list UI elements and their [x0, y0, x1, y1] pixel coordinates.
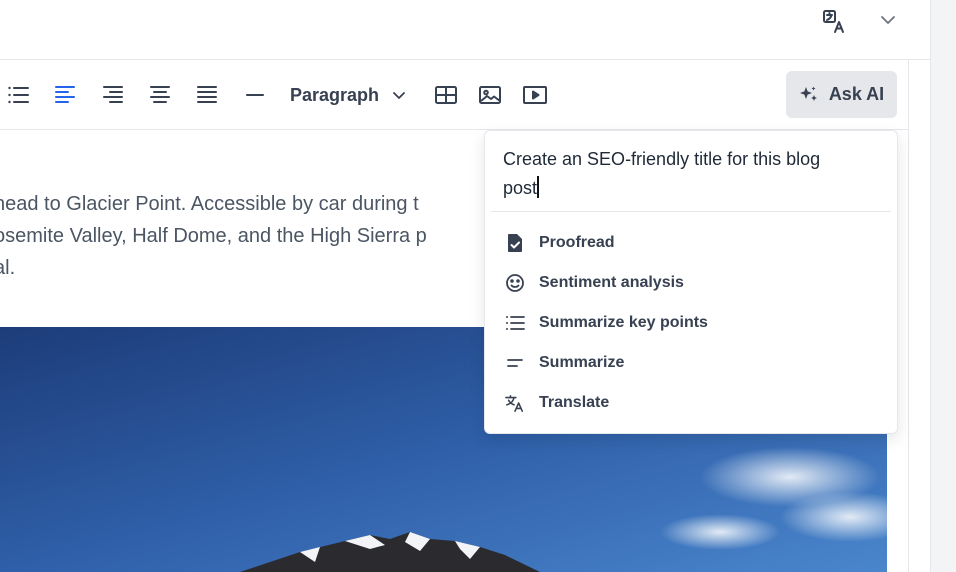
ai-prompt-text: post — [503, 178, 538, 198]
text-caret — [537, 176, 540, 198]
ai-prompt-input[interactable]: Create an SEO-friendly title for this bl… — [503, 145, 873, 203]
paragraph-style-label: Paragraph — [290, 84, 380, 105]
ai-prompt-line: Create an SEO-friendly title for this bl… — [503, 149, 821, 169]
image-icon[interactable] — [476, 72, 504, 118]
align-justify-icon[interactable] — [194, 72, 220, 118]
side-gutter — [930, 0, 956, 572]
sparkles-icon — [799, 85, 819, 105]
ai-action-sentiment-analysis[interactable]: Sentiment analysis — [485, 263, 897, 303]
video-icon[interactable] — [521, 72, 549, 118]
ask-ai-label: Ask AI — [828, 84, 885, 104]
ai-action-label: Proofread — [539, 234, 615, 251]
editor-border — [908, 59, 909, 572]
ai-assistant-panel: Create an SEO-friendly title for this bl… — [484, 130, 898, 434]
translate-icon — [505, 393, 525, 413]
top-bar — [0, 0, 930, 60]
align-center-icon[interactable] — [147, 72, 173, 118]
ai-action-label: Summarize — [539, 354, 625, 371]
horizontal-rule-icon[interactable] — [242, 72, 268, 118]
summary-lines-icon — [505, 353, 525, 373]
ai-action-summarize-key-points[interactable]: Summarize key points — [485, 303, 897, 343]
divider — [491, 211, 891, 212]
editor-content[interactable]: head to Glacier Point. Accessible by car… — [0, 188, 514, 284]
ai-action-proofread[interactable]: Proofread — [485, 223, 897, 263]
align-right-icon[interactable] — [100, 72, 126, 118]
ai-actions-list: Proofread Sentiment analysis Summarize k… — [485, 223, 897, 423]
table-icon[interactable] — [432, 72, 460, 118]
content-line: head to Glacier Point. Accessible by car… — [0, 193, 419, 215]
content-line: al. — [0, 257, 16, 279]
ai-action-label: Sentiment analysis — [539, 274, 684, 291]
document-check-icon — [505, 233, 525, 253]
chevron-down-icon — [391, 87, 407, 103]
smiley-icon — [505, 273, 525, 293]
ask-ai-button[interactable]: Ask AI — [786, 71, 897, 118]
editor-toolbar: Paragraph — [0, 60, 908, 130]
ai-prompt-line-2: post — [503, 174, 873, 203]
list-icon — [505, 313, 525, 333]
paragraph-style-select[interactable]: Paragraph — [290, 72, 407, 118]
chevron-down-icon[interactable] — [876, 8, 900, 32]
content-line: osemite Valley, Half Dome, and the High … — [0, 225, 427, 247]
bulleted-list-icon[interactable] — [4, 72, 32, 118]
align-left-icon[interactable] — [52, 72, 78, 118]
translate-icon[interactable] — [818, 6, 850, 36]
ai-action-translate[interactable]: Translate — [485, 383, 897, 423]
ai-action-summarize[interactable]: Summarize — [485, 343, 897, 383]
ai-action-label: Translate — [539, 394, 610, 411]
ai-action-label: Summarize key points — [539, 314, 708, 331]
